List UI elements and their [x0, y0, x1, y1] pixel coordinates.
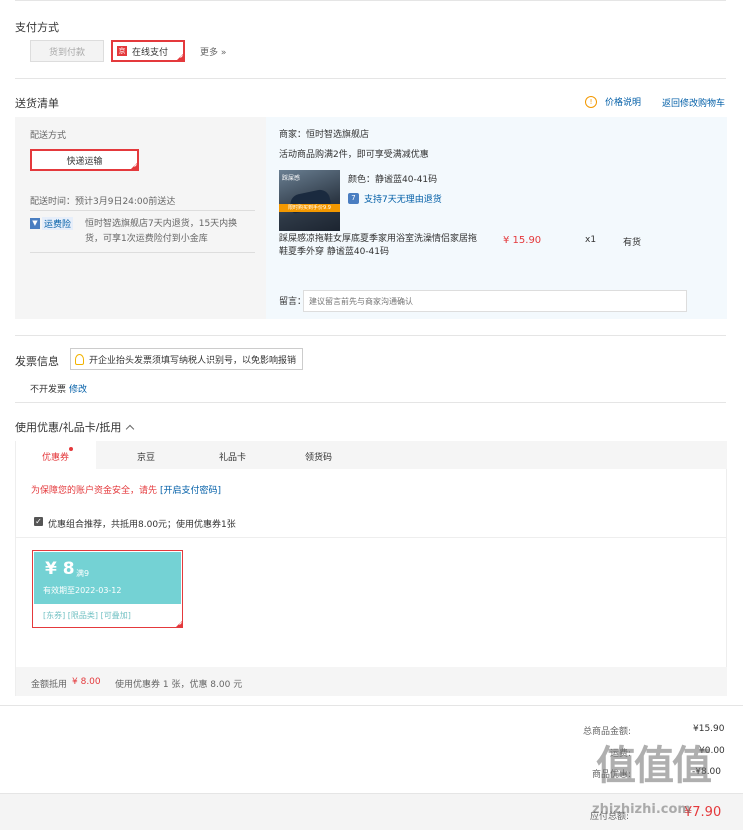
- invoice-tip-text: 开企业抬头发票须填写纳税人识别号，以免影响报销: [89, 355, 297, 366]
- return-policy-label: 支持7天无理由退货: [364, 195, 442, 205]
- coupon-amount: ¥ 8: [45, 559, 75, 579]
- invoice-title: 发票信息: [15, 355, 59, 368]
- promo-text: 活动商品购满2件，即可享受满减优惠: [279, 150, 429, 160]
- invoice-tip: 开企业抬头发票须填写纳税人识别号，以免影响报销: [70, 348, 304, 370]
- delivery-method-label: 配送方式: [30, 131, 67, 141]
- goods-total-label: 总商品金额:: [583, 727, 632, 737]
- product-color: 颜色：静谧蓝40-41码: [348, 175, 438, 185]
- payment-title: 支付方式: [15, 21, 59, 34]
- freight-insurance-badge: ▼ 运费险: [30, 217, 74, 230]
- tab-pickup-code[interactable]: 领货码: [305, 450, 332, 463]
- price-note-link[interactable]: ! 价格说明: [585, 95, 641, 108]
- enable-pay-password-link[interactable]: [开启支付密码]: [160, 483, 221, 496]
- goods-total-value: ¥15.90: [693, 724, 725, 734]
- online-pay-label: 在线支付: [132, 47, 169, 58]
- checkbox-checked-icon[interactable]: ✓: [34, 517, 43, 526]
- tab-jingdou[interactable]: 京豆: [137, 450, 155, 463]
- lightbulb-icon: [75, 353, 84, 365]
- summary-prefix: 金额抵用: [31, 680, 68, 690]
- product-price: ¥ 15.90: [503, 235, 542, 246]
- divider: [15, 402, 726, 403]
- remark-input[interactable]: [303, 290, 687, 312]
- thumb-banner: 限时购买到手价9.9: [279, 204, 340, 212]
- divider: [15, 335, 726, 336]
- divider: [15, 78, 726, 79]
- tab-coupon-label: 优惠券: [42, 453, 70, 463]
- divider: [16, 537, 727, 538]
- watermark-site: zhizhizhi.com: [592, 802, 691, 817]
- return-icon: 7: [348, 193, 359, 204]
- security-notice: 为保障您的账户资金安全，请先: [31, 486, 158, 496]
- coupons-title: 使用优惠/礼品卡/抵用: [15, 421, 122, 434]
- watermark-char: 值: [634, 743, 674, 789]
- insurance-text: 恒时智选旗舰店7天内退货，15天内换货，可享1次运费险付到小金库: [85, 219, 238, 244]
- watermark-logo: 值值值: [596, 743, 712, 789]
- cod-option-button[interactable]: 货到付款: [30, 40, 104, 62]
- product-stock: 有货: [623, 238, 642, 248]
- summary-amount: ¥ 8.00: [72, 677, 101, 687]
- tab-gift-card[interactable]: 礼品卡: [219, 450, 246, 463]
- summary-detail: 使用优惠券 1 张，优惠 8.00 元: [115, 680, 243, 690]
- selected-corner-icon: [175, 620, 183, 628]
- selected-corner-icon: [176, 53, 184, 61]
- express-delivery-label: 快递运输: [66, 156, 103, 167]
- product-name[interactable]: 踩屎感凉拖鞋女厚底夏季家用浴室洗澡情侣家居拖鞋夏季外穿 静谧蓝40-41码: [279, 233, 484, 259]
- selected-corner-icon: [130, 162, 138, 170]
- cod-option-label: 货到付款: [48, 47, 85, 58]
- shop-name: 商家：恒时智选旗舰店: [279, 130, 370, 140]
- more-payment-link[interactable]: 更多 »: [200, 45, 226, 58]
- shield-icon: ▼: [30, 218, 40, 229]
- tab-coupon[interactable]: 优惠券: [16, 441, 96, 470]
- delivery-title: 送货清单: [15, 97, 59, 110]
- jd-pay-icon: 京: [117, 46, 127, 56]
- invoice-modify-link[interactable]: 修改: [69, 382, 87, 395]
- recommend-text: 优惠组合推荐，共抵用8.00元；使用优惠券1张: [48, 520, 236, 530]
- watermark-char: 值: [672, 743, 712, 789]
- insurance-badge-label: 运费险: [42, 217, 74, 230]
- top-divider: [15, 0, 726, 1]
- back-to-cart-link[interactable]: 返回修改购物车: [662, 96, 725, 109]
- new-dot-icon: [69, 447, 73, 451]
- product-thumbnail[interactable]: 踩屎感 限时购买到手价9.9: [279, 170, 340, 231]
- return-policy: 7 支持7天无理由退货: [348, 192, 442, 205]
- divider: [30, 210, 255, 211]
- divider: [30, 252, 255, 253]
- remark-label: 留言：: [279, 297, 307, 307]
- divider: [0, 705, 743, 706]
- coupon-expiry: 有效期至2022-03-12: [43, 586, 122, 595]
- delivery-time: 配送时间：预计3月9日24:00前送达: [30, 197, 176, 207]
- watermark-char: 值: [596, 743, 636, 789]
- express-delivery-button[interactable]: 快递运输: [30, 149, 139, 171]
- coupons-toggle[interactable]: 使用优惠/礼品卡/抵用: [15, 419, 135, 435]
- invoice-status: 不开发票: [30, 385, 67, 395]
- product-qty: x1: [585, 235, 597, 245]
- coupon-condition: 满9: [76, 569, 90, 578]
- coupon-tabs: [16, 441, 727, 469]
- online-pay-option-button[interactable]: 京 在线支付: [111, 40, 185, 62]
- coupon-card[interactable]: ¥ 8 满9 有效期至2022-03-12 [东券] [限品类] [可叠加]: [32, 550, 183, 628]
- info-icon: !: [585, 95, 597, 108]
- price-note-label: 价格说明: [605, 98, 642, 108]
- coupon-tags: [东券] [限品类] [可叠加]: [43, 611, 131, 620]
- thumb-label: 踩屎感: [282, 175, 301, 182]
- chevron-up-icon: [126, 424, 135, 433]
